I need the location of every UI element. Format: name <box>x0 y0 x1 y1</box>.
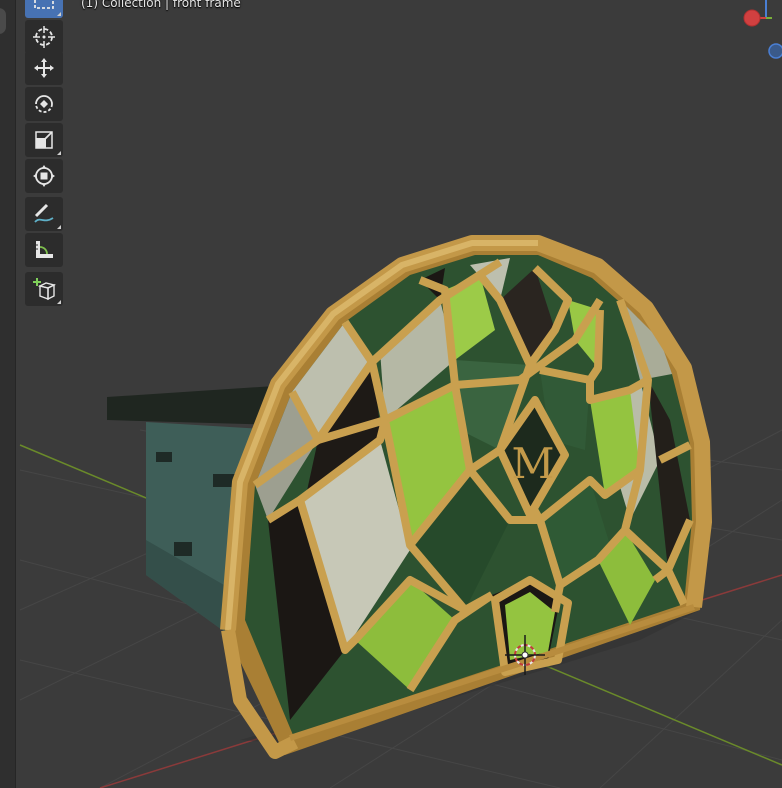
tool-cursor[interactable] <box>25 20 63 54</box>
tool-move[interactable] <box>25 51 63 85</box>
tool-measure[interactable] <box>25 233 63 267</box>
tool-annotate[interactable] <box>25 197 63 231</box>
dome-frame: M <box>220 235 712 759</box>
gizmo-x-axis[interactable] <box>743 9 761 27</box>
cursor-icon <box>33 26 55 48</box>
toolbox-transform <box>25 51 63 195</box>
toolbar-edge-strip <box>0 0 16 788</box>
scale-icon <box>35 131 53 149</box>
box-slot-1 <box>156 452 172 462</box>
tool-add-cube[interactable] <box>25 272 63 306</box>
3d-viewport[interactable]: M (1) Collection | front frame <box>0 0 782 788</box>
tool-transform[interactable] <box>25 159 63 193</box>
tool-scale[interactable] <box>25 123 63 157</box>
dome-logo-letter: M <box>511 439 554 488</box>
box-slot-3 <box>174 542 192 556</box>
toolbox-add <box>25 272 63 308</box>
move-icon <box>34 58 54 78</box>
tool-rotate[interactable] <box>25 87 63 121</box>
gizmo-y-axis[interactable] <box>768 43 782 59</box>
measure-icon <box>36 241 53 258</box>
tool-select-box[interactable] <box>25 0 63 18</box>
transform-icon <box>33 165 55 187</box>
rotate-icon <box>35 95 53 113</box>
select-box-icon <box>34 0 54 9</box>
add-cube-icon <box>33 278 56 301</box>
navigation-gizmo[interactable] <box>736 0 782 70</box>
viewport-scene[interactable]: M <box>0 0 782 788</box>
toolbox-annotate <box>25 197 63 269</box>
region-toggle[interactable] <box>0 8 6 34</box>
annotate-icon <box>34 203 54 223</box>
viewport-object-info: (1) Collection | front frame <box>81 0 241 10</box>
toolbox-select <box>25 0 63 56</box>
